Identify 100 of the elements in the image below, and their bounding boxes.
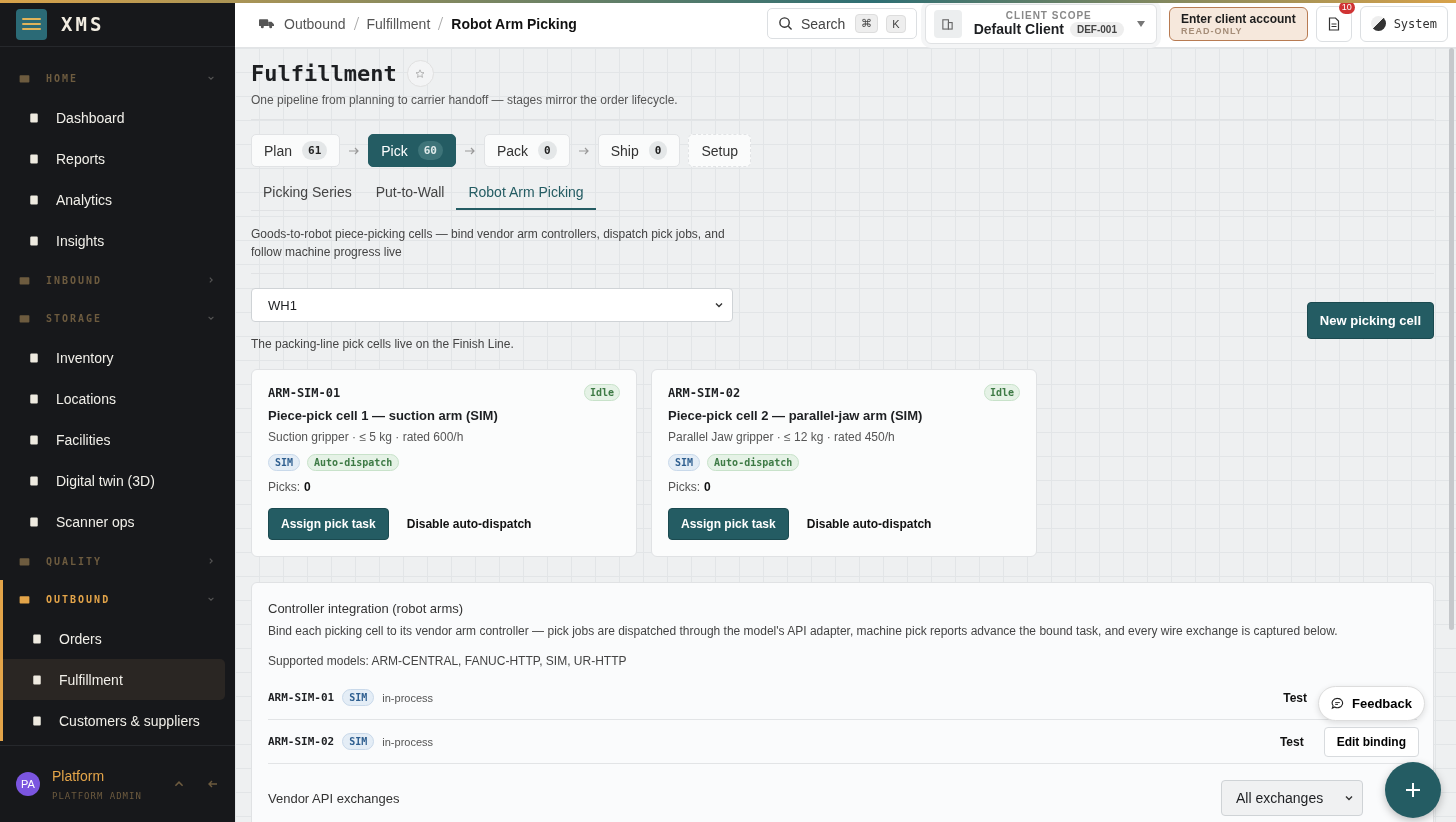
tag: Auto-dispatch: [307, 454, 400, 471]
plus-icon: [1403, 780, 1423, 800]
cell-code: ARM-SIM-02: [668, 385, 741, 400]
sidebar-item[interactable]: Insights: [0, 220, 225, 261]
model-tag: SIM: [342, 689, 375, 706]
tab[interactable]: Robot Arm Picking: [456, 177, 596, 210]
disable-auto-dispatch-button[interactable]: Disable auto-dispatch: [394, 509, 544, 539]
warehouse-select[interactable]: WH1: [251, 288, 733, 322]
sidebar-item[interactable]: Digital twin (3D): [0, 460, 225, 501]
sidebar-item[interactable]: Fulfillment: [0, 659, 225, 700]
picks-label: Picks:: [668, 480, 700, 494]
page-subtitle: One pipeline from planning to carrier handoff — stages mirror the order lifecycle.: [251, 93, 679, 107]
sidebar-item[interactable]: Reports: [0, 138, 225, 179]
star-icon: [415, 68, 426, 79]
model-tag: SIM: [342, 733, 375, 750]
new-picking-cell-button[interactable]: New picking cell: [1306, 302, 1434, 339]
page-icon: [28, 351, 40, 364]
exchange-filter-select[interactable]: All exchanges: [1221, 780, 1363, 816]
tag: SIM: [668, 454, 701, 471]
client-code: DEF-001: [1069, 21, 1124, 37]
sidebar-item[interactable]: Scanner ops: [0, 501, 225, 542]
page-icon: [28, 152, 40, 165]
assign-pick-task-button[interactable]: Assign pick task: [268, 508, 389, 540]
supported-models: Supported models: ARM-CENTRAL, FANUC-HTTP, SIM, UR-HTTP: [268, 654, 628, 668]
breadcrumb-link[interactable]: Fulfillment: [366, 15, 431, 32]
tab[interactable]: Put-to-Wall: [363, 177, 457, 210]
section-description: Goods-to-robot piece-picking cells — bind vendor arm controllers, dispatch pick jobs, and follow machine progress live: [251, 226, 726, 261]
sidebar-item[interactable]: Analytics: [0, 179, 225, 220]
picks-label: Picks:: [268, 480, 300, 494]
binding-code: ARM-SIM-02: [268, 735, 335, 748]
favorite-star-button[interactable]: [406, 60, 434, 87]
shortcut-key: ⌘: [855, 14, 879, 33]
theme-button[interactable]: System: [1359, 5, 1448, 42]
user-name: Platform: [52, 767, 106, 784]
scrollbar[interactable]: [1449, 48, 1454, 630]
assign-pick-task-button[interactable]: Assign pick task: [668, 508, 789, 540]
stage-tab[interactable]: Plan 61: [251, 134, 341, 167]
test-button[interactable]: Test: [1267, 728, 1316, 755]
enter-client-account-button[interactable]: Enter client account READ-ONLY: [1168, 6, 1308, 41]
chevron-down-icon: [207, 74, 215, 82]
picks-count: 0: [304, 480, 311, 494]
page-icon: [28, 515, 40, 528]
dropdown-triangle-icon: [1135, 18, 1146, 29]
sidebar-item[interactable]: Inventory: [0, 337, 225, 378]
stage-tab[interactable]: Pack 0: [484, 134, 570, 167]
breadcrumb-link[interactable]: Outbound: [284, 15, 346, 32]
page-icon: [28, 234, 40, 247]
cell-name: Piece-pick cell 1 — suction arm (SIM): [268, 408, 499, 423]
collapse-arrow-icon[interactable]: [207, 778, 219, 790]
binding-state: in-process: [382, 691, 434, 704]
status-badge: Idle: [983, 384, 1020, 401]
tag: Auto-dispatch: [707, 454, 800, 471]
sidebar-item[interactable]: Dashboard: [0, 97, 225, 138]
page-icon: [28, 392, 40, 405]
note-text: The packing-line pick cells live on the Finish Line.: [251, 337, 515, 351]
cell-specs: Suction gripper · ≤ 5 kg · rated 600/h: [268, 430, 465, 444]
binding-state: in-process: [382, 735, 434, 748]
page-icon: [31, 714, 43, 727]
chevron-down-icon: [1344, 793, 1354, 803]
page-icon: [28, 474, 40, 487]
client-name: Default Client: [973, 21, 1064, 37]
status-badge: Idle: [583, 384, 620, 401]
sidebar-item[interactable]: Facilities: [0, 419, 225, 460]
chevron-down-icon: [207, 314, 215, 322]
cell-specs: Parallel Jaw gripper · ≤ 12 kg · rated 450/h: [668, 430, 896, 444]
contrast-icon: [1370, 16, 1386, 31]
tag: SIM: [268, 454, 301, 471]
chat-icon: [1331, 697, 1344, 710]
notifications-button[interactable]: 10: [1315, 5, 1352, 42]
test-button[interactable]: Test: [1271, 684, 1319, 711]
building-icon: [933, 9, 962, 38]
exchanges-title: Vendor API exchanges: [268, 790, 400, 806]
shortcut-key: K: [886, 14, 906, 33]
arrow-icon: [464, 145, 476, 156]
tab[interactable]: Picking Series: [251, 177, 364, 210]
document-icon: [1327, 16, 1340, 31]
chevron-right-icon: [207, 557, 215, 565]
feedback-button[interactable]: Feedback: [1318, 686, 1425, 721]
page-icon: [28, 111, 40, 124]
sidebar-item[interactable]: Locations: [0, 378, 225, 419]
arrow-icon: [348, 145, 361, 156]
brand-name: XMS: [61, 13, 105, 35]
chevron-down-icon: [714, 300, 724, 310]
scope-label: CLIENT SCOPE: [1005, 10, 1092, 21]
disable-auto-dispatch-button[interactable]: Disable auto-dispatch: [794, 509, 944, 539]
page-icon: [28, 433, 40, 446]
panel-description: Bind each picking cell to its vendor arm controller — pick jobs are dispatched through the model's API adapter, machine pick reports advance the bound task, and every wire exchange is captured below.: [268, 624, 1339, 638]
picks-count: 0: [704, 480, 711, 494]
binding-code: ARM-SIM-01: [268, 691, 335, 704]
search-icon: [778, 16, 793, 31]
search-field[interactable]: Search ⌘ K: [767, 8, 917, 39]
setup-tab[interactable]: Setup: [688, 134, 751, 167]
edit-binding-button[interactable]: Edit binding: [1323, 726, 1419, 757]
stage-tab[interactable]: Pick 60: [368, 134, 456, 167]
truck-icon: [259, 18, 274, 29]
page-icon: [31, 632, 43, 645]
stage-tab[interactable]: Ship 0: [597, 134, 681, 167]
sidebar-item[interactable]: Customers & suppliers: [0, 700, 225, 741]
page-icon: [28, 193, 40, 206]
logo-icon: [16, 8, 47, 40]
